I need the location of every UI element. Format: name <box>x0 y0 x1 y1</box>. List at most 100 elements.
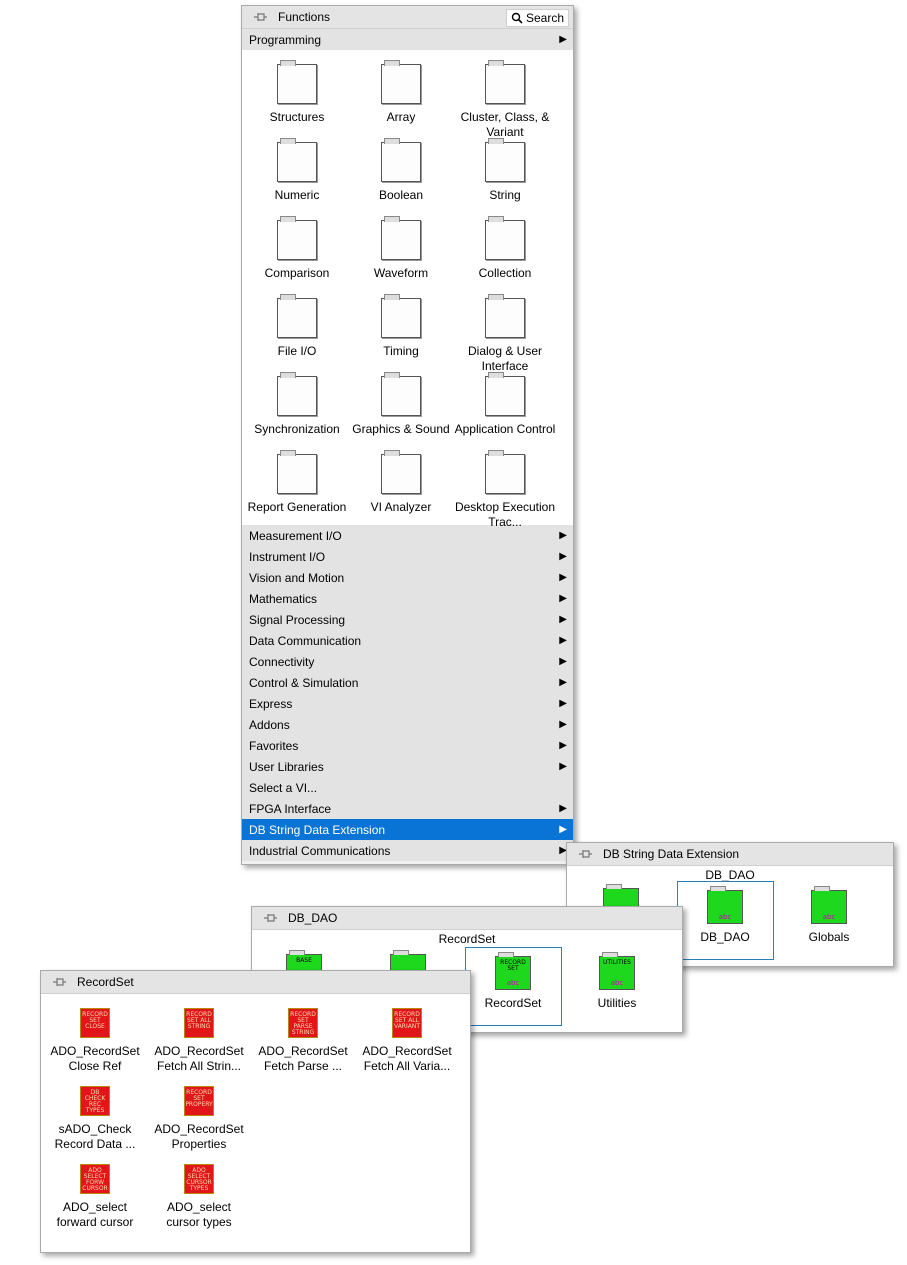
vi-item[interactable]: RECORD SET ALL STRING ADO_RecordSet Fetch … <box>147 1008 251 1074</box>
utilities-folder[interactable]: UTILITIES abc Utilities <box>575 952 659 1011</box>
pin-icon[interactable] <box>262 911 278 925</box>
palette-title: DB String Data Extension <box>603 847 740 861</box>
vi-label-line2: Fetch Parse ... <box>263 1059 343 1073</box>
palette-item-boolean[interactable]: Boolean <box>349 134 453 212</box>
category-label: Vision and Motion <box>249 570 345 585</box>
vi-label-line2: cursor types <box>166 1215 232 1229</box>
hidden-folder-item[interactable] <box>601 884 641 908</box>
search-label: Search <box>525 11 564 25</box>
category-item[interactable]: Data Communication ▶ <box>242 630 573 651</box>
globals-folder[interactable]: abc Globals <box>787 886 871 945</box>
palette-item-application-control[interactable]: Application Control <box>453 368 557 446</box>
pin-icon[interactable] <box>577 847 593 861</box>
category-label: Select a VI... <box>249 780 318 795</box>
category-item[interactable]: Connectivity ▶ <box>242 651 573 672</box>
icon-label: Graphics & Sound <box>352 422 450 436</box>
palette-item-numeric[interactable]: Numeric <box>245 134 349 212</box>
numeric-icon <box>277 138 317 182</box>
category-item[interactable]: Signal Processing ▶ <box>242 609 573 630</box>
chevron-right-icon: ▶ <box>559 719 567 730</box>
category-item[interactable]: DB String Data Extension ▶ <box>242 819 573 840</box>
category-item[interactable]: Vision and Motion ▶ <box>242 567 573 588</box>
icon-label: Waveform <box>373 266 429 280</box>
cluster-icon <box>485 60 525 104</box>
vi-item[interactable]: ADO SELECT FORW CURSOR ADO_select forward … <box>43 1164 147 1230</box>
vi-item[interactable]: ADO SELECT CURSOR TYPES ADO_select cursor … <box>147 1164 251 1230</box>
category-label: Express <box>249 696 293 711</box>
vi-label-line2: forward cursor <box>56 1215 134 1229</box>
vi-label-line2: Properties <box>171 1137 227 1151</box>
category-label: User Libraries <box>249 759 324 774</box>
dialog-icon <box>485 294 525 338</box>
icon-label: Array <box>386 110 416 124</box>
vi-label: ADO_RecordSet <box>50 1044 140 1058</box>
vi-item[interactable]: RECORD SET PARSE STRING ADO_RecordSet Fetc… <box>251 1008 355 1074</box>
recordset-folder[interactable]: RECORD SET abc RecordSet <box>471 952 555 1011</box>
chevron-right-icon: ▶ <box>559 803 567 814</box>
folder-icon: UTILITIES abc <box>599 952 635 990</box>
chevron-right-icon: ▶ <box>559 740 567 751</box>
chevron-right-icon: ▶ <box>559 635 567 646</box>
palette-title: Functions <box>278 10 331 24</box>
chevron-right-icon: ▶ <box>559 824 567 835</box>
palette-item-report-generation[interactable]: Report Generation <box>245 446 349 524</box>
vi-item[interactable]: RECORD SET CLOSE ADO_RecordSet Close Ref <box>43 1008 147 1074</box>
palette-item-timing[interactable]: Timing <box>349 290 453 368</box>
category-item[interactable]: Control & Simulation ▶ <box>242 672 573 693</box>
category-label: FPGA Interface <box>249 801 332 816</box>
category-programming[interactable]: Programming ▶ <box>242 29 573 50</box>
vi-icon: RECORD SET PARSE STRING <box>288 1008 318 1038</box>
palette-item-vi-analyzer[interactable]: VI Analyzer <box>349 446 453 524</box>
db-string-titlebar[interactable]: DB String Data Extension <box>567 843 893 866</box>
palette-item-cluster[interactable]: Cluster, Class, & Variant <box>453 56 557 139</box>
category-item[interactable]: Express ▶ <box>242 693 573 714</box>
category-item[interactable]: FPGA Interface ▶ <box>242 798 573 819</box>
icon-label: Desktop Execution Trac... <box>454 500 556 529</box>
palette-item-waveform[interactable]: Waveform <box>349 212 453 290</box>
vi-item[interactable]: RECORD SET PROPERY ADO_RecordSet Propertie… <box>147 1086 251 1152</box>
recordset-grid: RECORD SET CLOSE ADO_RecordSet Close Ref RE… <box>41 994 470 1252</box>
structures-icon <box>277 60 317 104</box>
category-label: Measurement I/O <box>249 528 342 543</box>
vi-icon: RECORD SET PROPERY <box>184 1086 214 1116</box>
chevron-right-icon: ▶ <box>559 698 567 709</box>
chevron-right-icon: ▶ <box>559 572 567 583</box>
palette-item-dialog[interactable]: Dialog & User Interface <box>453 290 557 373</box>
category-item[interactable]: User Libraries ▶ <box>242 756 573 777</box>
palette-item-desktop-execution[interactable]: Desktop Execution Trac... <box>453 446 557 529</box>
db-dao-titlebar[interactable]: DB_DAO <box>252 907 682 930</box>
category-label: Signal Processing <box>249 612 346 627</box>
palette-item-structures[interactable]: Structures <box>245 56 349 134</box>
category-item[interactable]: Addons ▶ <box>242 714 573 735</box>
palette-item-collection[interactable]: Collection <box>453 212 557 290</box>
palette-item-synchronization[interactable]: Synchronization <box>245 368 349 446</box>
palette-item-graphics-sound[interactable]: Graphics & Sound <box>349 368 453 446</box>
search-button[interactable]: Search <box>505 9 569 27</box>
icon-label: Timing <box>383 344 419 358</box>
db-dao-folder[interactable]: abc DB_DAO <box>683 886 767 945</box>
category-item[interactable]: Favorites ▶ <box>242 735 573 756</box>
abc-icon: abc <box>610 979 624 987</box>
palette-item-string[interactable]: String <box>453 134 557 212</box>
functions-titlebar[interactable]: Functions Search <box>242 6 573 29</box>
array-icon <box>381 60 421 104</box>
vi-item[interactable]: DB CHECK REC TYPES sADO_Check Record Data … <box>43 1086 147 1152</box>
vi-icon: RECORD SET ALL VARIANT <box>392 1008 422 1038</box>
pin-icon[interactable] <box>51 975 67 989</box>
category-item[interactable]: Instrument I/O ▶ <box>242 546 573 567</box>
category-item[interactable]: Industrial Communications ▶ <box>242 840 573 861</box>
palette-item-file-io[interactable]: File I/O <box>245 290 349 368</box>
chevron-right-icon: ▶ <box>559 551 567 562</box>
folder-icon: RECORD SET abc <box>495 952 531 990</box>
section-header: RecordSet <box>438 932 496 946</box>
pin-icon[interactable] <box>252 10 268 24</box>
category-item[interactable]: Mathematics ▶ <box>242 588 573 609</box>
vi-label: ADO_select <box>62 1200 128 1214</box>
abc-icon: abc <box>506 979 520 987</box>
palette-item-comparison[interactable]: Comparison <box>245 212 349 290</box>
recordset-titlebar[interactable]: RecordSet <box>41 971 470 994</box>
search-icon <box>511 12 523 24</box>
category-item[interactable]: Select a VI... <box>242 777 573 798</box>
vi-item[interactable]: RECORD SET ALL VARIANT ADO_RecordSet Fetch… <box>355 1008 459 1074</box>
palette-item-array[interactable]: Array <box>349 56 453 134</box>
